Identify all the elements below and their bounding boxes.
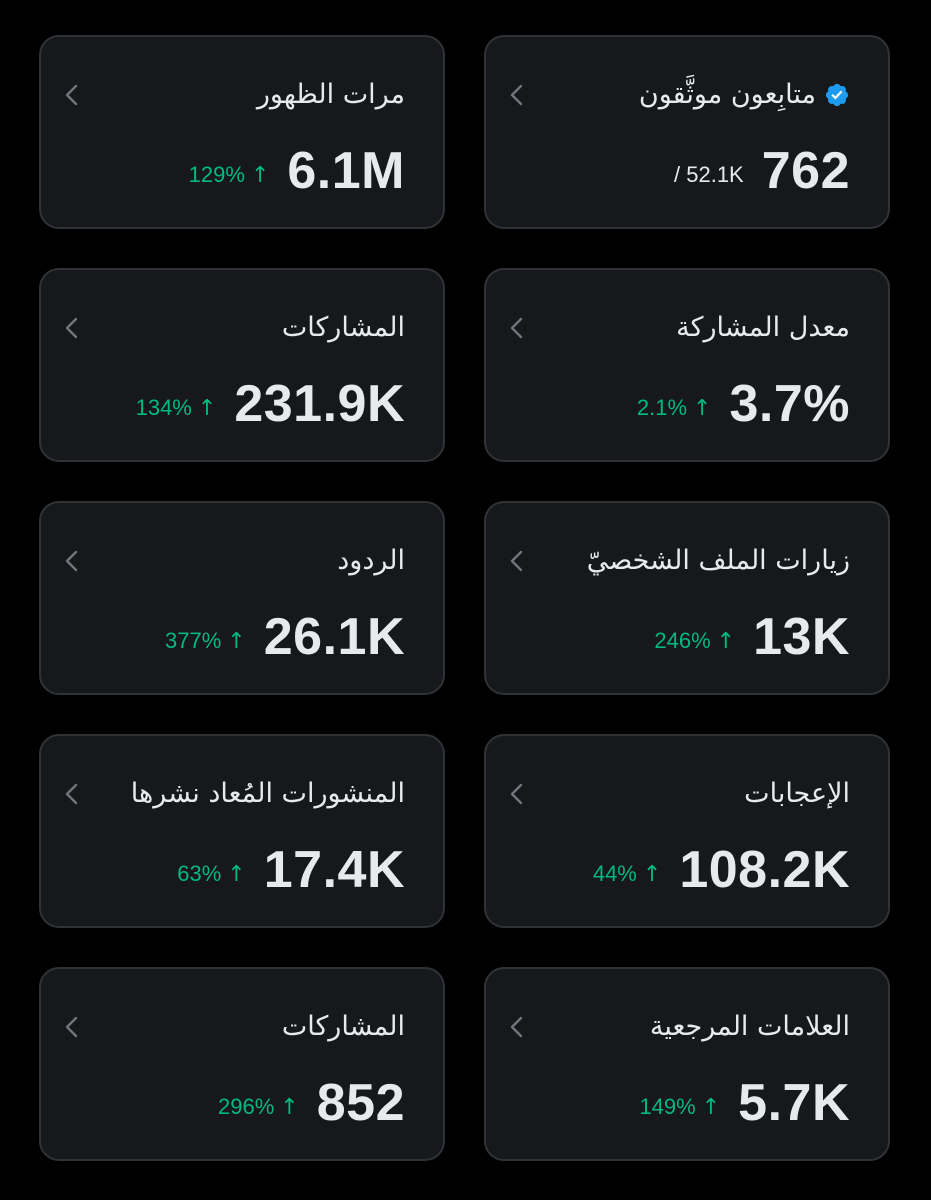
metric-value: 852 <box>316 1074 405 1132</box>
metric-value: 5.7K <box>738 1074 850 1132</box>
change-indicator: 63% ↑ <box>177 861 245 887</box>
metric-value: 17.4K <box>263 841 405 899</box>
arrow-up-icon: ↑ <box>280 1094 299 1120</box>
change-indicator: 129% ↑ <box>189 162 270 188</box>
change-indicator: 44% ↑ <box>593 861 661 887</box>
arrow-up-icon: ↑ <box>227 628 246 654</box>
metric-value: 6.1M <box>287 142 405 200</box>
engagements-card[interactable]: المشاركات 134% ↑ 231.9K <box>39 268 445 462</box>
arrow-up-icon: ↑ <box>642 861 662 887</box>
change-indicator: 2.1% ↑ <box>637 395 712 421</box>
likes-card[interactable]: الإعجابات 44% ↑ 108.2K <box>484 734 890 928</box>
card-title: المشاركات <box>281 1011 405 1042</box>
card-title: المشاركات <box>281 312 405 343</box>
engagement-rate-card[interactable]: معدل المشاركة 2.1% ↑ 3.7% <box>484 268 890 462</box>
chevron-left-icon <box>65 550 78 572</box>
chevron-left-icon <box>65 317 78 339</box>
card-title: المنشورات المُعاد نشرها <box>130 778 405 809</box>
arrow-up-icon: ↑ <box>693 395 712 421</box>
card-title: العلامات المرجعية <box>649 1011 850 1042</box>
change-indicator: 134% ↑ <box>136 395 217 421</box>
chevron-left-icon <box>510 1016 523 1038</box>
replies-card[interactable]: الردود 377% ↑ 26.1K <box>39 501 445 695</box>
chevron-left-icon <box>65 1016 78 1038</box>
bookmarks-card[interactable]: العلامات المرجعية 149% ↑ 5.7K <box>484 967 890 1161</box>
verified-badge-icon <box>825 83 849 107</box>
change-indicator: 149% ↑ <box>639 1094 720 1120</box>
verified-followers-card[interactable]: متابِعون موثَّقون / 52.1K 762 <box>484 35 890 229</box>
chevron-left-icon <box>510 783 523 805</box>
metric-value: 3.7% <box>729 375 850 433</box>
chevron-left-icon <box>510 84 523 106</box>
profile-visits-card[interactable]: زيارات الملف الشخصيّ 246% ↑ 13K <box>484 501 890 695</box>
impressions-card[interactable]: مرات الظهور 129% ↑ 6.1M <box>39 35 445 229</box>
card-title: الردود <box>337 545 405 576</box>
reposts-card[interactable]: المنشورات المُعاد نشرها 63% ↑ 17.4K <box>39 734 445 928</box>
total-followers: / 52.1K <box>674 162 744 187</box>
change-indicator: 296% ↑ <box>218 1094 299 1120</box>
change-percent: 134% <box>135 395 192 420</box>
change-percent: 129% <box>188 162 245 187</box>
chevron-left-icon <box>510 550 523 572</box>
change-percent: 296% <box>218 1094 275 1119</box>
chevron-left-icon <box>510 317 523 339</box>
card-title: معدل المشاركة <box>676 312 850 343</box>
metric-value: 26.1K <box>263 608 405 666</box>
change-percent: 44% <box>592 861 637 886</box>
metric-value: 762 <box>761 142 850 200</box>
metric-value: 108.2K <box>679 841 850 899</box>
card-title: الإعجابات <box>744 778 850 809</box>
arrow-up-icon: ↑ <box>716 628 736 654</box>
arrow-up-icon: ↑ <box>250 162 270 188</box>
card-title: زيارات الملف الشخصيّ <box>586 545 850 576</box>
change-percent: 63% <box>177 861 222 886</box>
change-indicator: 246% ↑ <box>654 628 735 654</box>
metric-value: 231.9K <box>234 375 405 433</box>
change-percent: 246% <box>654 628 711 653</box>
card-title: مرات الظهور <box>256 79 405 110</box>
arrow-up-icon: ↑ <box>701 1094 721 1120</box>
change-percent: 2.1% <box>636 395 688 420</box>
shares-card[interactable]: المشاركات 296% ↑ 852 <box>39 967 445 1161</box>
chevron-left-icon <box>65 783 78 805</box>
card-title: متابِعون موثَّقون <box>638 79 816 110</box>
metric-value: 13K <box>753 608 850 666</box>
arrow-up-icon: ↑ <box>227 861 246 887</box>
change-indicator: 377% ↑ <box>165 628 246 654</box>
change-percent: 149% <box>639 1094 696 1119</box>
change-percent: 377% <box>165 628 222 653</box>
chevron-left-icon <box>65 84 78 106</box>
arrow-up-icon: ↑ <box>197 395 217 421</box>
